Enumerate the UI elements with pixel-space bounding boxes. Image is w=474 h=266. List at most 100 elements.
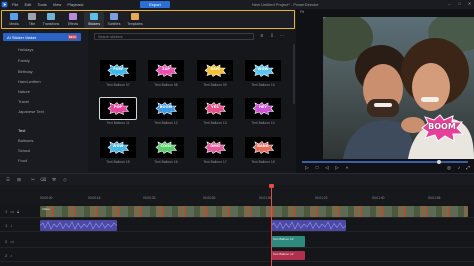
search-placeholder: Search stickers — [98, 34, 123, 39]
sticker-word: BANG — [257, 144, 269, 148]
sticker-tile-label: Text Balloon 18 — [251, 160, 275, 164]
boom-sticker[interactable]: BOOM — [420, 114, 464, 142]
lock-icon[interactable]: 🔒︎ — [17, 209, 19, 214]
sticker-word: OMG — [210, 144, 220, 148]
audio-clip[interactable] — [271, 220, 346, 231]
waveform-icon — [271, 221, 346, 230]
sticker-tile[interactable]: OMG — [197, 137, 233, 158]
sticker-tile-label: Text Balloon 14 — [251, 121, 275, 125]
ruler-tick: 00:00:00 — [40, 196, 53, 200]
sidebar-item-food[interactable]: Food — [18, 158, 27, 163]
split-icon[interactable]: ✂ — [30, 177, 36, 183]
video-clip[interactable]: Video — [40, 206, 468, 217]
playback-progress[interactable] — [302, 161, 468, 163]
sticker-tile[interactable]: ZAP — [148, 60, 184, 81]
menu-edit[interactable]: Edit — [24, 2, 31, 7]
sticker-tile[interactable]: BANG — [245, 137, 281, 158]
sidebar-item-family[interactable]: Family — [18, 58, 30, 63]
menu-file[interactable]: File — [12, 2, 18, 7]
sticker-tile-label: Text Balloon 11 — [106, 121, 130, 125]
clip-label: Text Balloon 12 — [273, 237, 294, 241]
list-view-icon[interactable]: ≡ — [259, 33, 265, 39]
track-number: 1 — [5, 209, 8, 214]
sticker-word: WOW — [112, 144, 124, 148]
preview-mode[interactable]: Fit — [296, 9, 474, 15]
play-icon[interactable]: ▷ — [304, 165, 310, 171]
sticker-tile[interactable]: HEY — [245, 98, 281, 119]
sidebar-item-school[interactable]: School — [18, 148, 30, 153]
track-manager-icon[interactable]: ☰ — [5, 177, 11, 183]
sticker-tile[interactable]: BOOM — [148, 98, 184, 119]
playhead-handle[interactable] — [269, 184, 274, 188]
fast-forward-icon[interactable]: » — [344, 165, 350, 171]
snap-icon[interactable]: ⊞ — [16, 177, 22, 183]
sidebar-item-balloons[interactable]: Balloons — [18, 138, 33, 143]
title-clip[interactable]: Text Balloon 12 — [271, 251, 305, 260]
export-button[interactable]: Export — [140, 1, 170, 8]
fullscreen-icon[interactable]: ⤢ — [465, 165, 471, 171]
playback-knob[interactable] — [437, 159, 441, 164]
video-track-icon: ▭ — [10, 209, 15, 214]
track-header: 1 ♪ — [0, 219, 38, 232]
snapshot-icon[interactable]: ◎ — [446, 165, 452, 171]
menu-bar: File Edit Tools View Playback — [12, 2, 84, 7]
sticker-tile[interactable]: COOL — [148, 137, 184, 158]
sticker-tile-label: Text Balloon 16 — [154, 160, 178, 164]
sticker-tile-label: Text Balloon 08 — [154, 83, 178, 87]
delete-icon[interactable]: ⌫ — [40, 177, 46, 183]
stop-icon[interactable]: □ — [314, 165, 320, 171]
track-audio-2: 2 ♪ Text Balloon 12 — [0, 249, 474, 262]
volume-icon[interactable]: ♪ — [456, 165, 462, 171]
sticker-clip[interactable]: Text Balloon 12 — [271, 236, 305, 247]
timeline-ruler[interactable]: 00:00:00 00:00:16 00:00:33 00:00:50 00:0… — [0, 185, 474, 204]
sticker-tile[interactable]: YES — [197, 98, 233, 119]
search-input[interactable]: Search stickers — [94, 33, 254, 40]
ruler-tick: 00:01:56 — [428, 196, 441, 200]
next-frame-icon[interactable]: ▷ — [334, 165, 340, 171]
menu-view[interactable]: View — [53, 2, 62, 7]
sticker-tile[interactable]: WOW — [100, 137, 136, 158]
sticker-word: COOL — [160, 144, 172, 148]
sidebar-item-holidays[interactable]: Holidays — [18, 47, 33, 52]
keyframe-icon[interactable]: ◇ — [62, 177, 68, 183]
close-icon[interactable]: ✕ — [467, 1, 472, 6]
menu-tools[interactable]: Tools — [37, 2, 46, 7]
sidebar-item-hand-written[interactable]: Hand-written — [18, 79, 41, 84]
maximize-icon[interactable]: □ — [457, 1, 462, 6]
sticker-tile[interactable]: WOW — [245, 60, 281, 81]
sidebar-item-text[interactable]: Text — [18, 128, 25, 133]
track-video-1: 1 ▭ 🔒︎ Video — [0, 205, 474, 218]
minimize-icon[interactable]: – — [447, 1, 452, 6]
sidebar-item-birthday[interactable]: Birthday — [18, 69, 33, 74]
track-header: 2 ▭ — [0, 235, 38, 248]
audio-track-icon: ♪ — [10, 253, 13, 258]
clip-label: Text Balloon 12 — [273, 252, 294, 256]
room-toolbar: Media Title Transitions Effects Stickers… — [0, 9, 296, 30]
sticker-tile-label: Text Balloon 12 — [154, 121, 178, 125]
sticker-tile[interactable]: POW — [100, 60, 136, 81]
sticker-tile[interactable]: POP — [99, 97, 137, 120]
menu-playback[interactable]: Playback — [67, 2, 83, 7]
track-number: 1 — [5, 223, 8, 228]
preview-panel: Fit BOOM ▷ □ ◁ ▷ » ◎ ♪ ⤢ — [296, 9, 474, 173]
audio-track-icon: ♪ — [10, 223, 13, 228]
ruler-tick: 00:01:40 — [372, 196, 385, 200]
sidebar-item-travel[interactable]: Travel — [18, 99, 29, 104]
sticker-tile-label: Text Balloon 17 — [203, 160, 227, 164]
sticker-word: ZAP — [161, 67, 171, 71]
track-header: 2 ♪ — [0, 249, 38, 262]
playhead[interactable] — [269, 184, 274, 266]
ruler-tick: 00:00:33 — [143, 196, 156, 200]
prev-frame-icon[interactable]: ◁ — [324, 165, 330, 171]
sticker-tile[interactable]: BAM — [197, 60, 233, 81]
audio-clip[interactable] — [40, 220, 117, 231]
toolbar-highlight — [1, 10, 295, 29]
more-icon[interactable]: ⋯ — [279, 33, 285, 39]
ai-sticker-maker-button[interactable]: AI Sticker Maker BETA — [3, 33, 81, 41]
sidebar-item-nature[interactable]: Nature — [18, 89, 30, 94]
grid-scrollbar[interactable] — [293, 44, 295, 104]
tools-icon[interactable]: ⚒ — [51, 177, 57, 183]
sidebar-item-japanese-text[interactable]: Japanese Text — [18, 109, 44, 114]
boom-sticker-text: BOOM — [428, 122, 456, 131]
import-icon[interactable]: ⇩ — [269, 33, 275, 39]
